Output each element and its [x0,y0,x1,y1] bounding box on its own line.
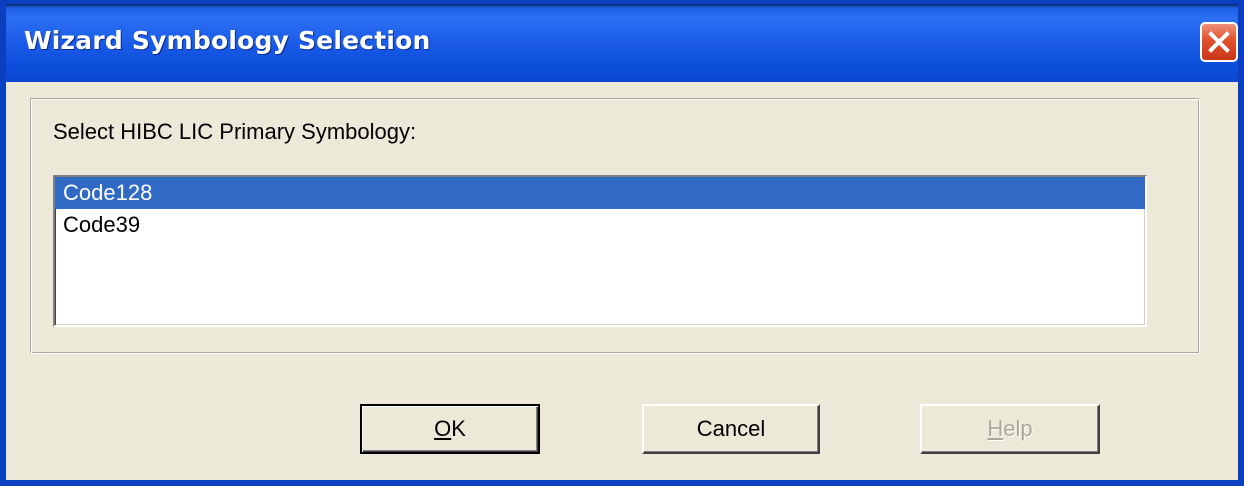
list-item-label: Code128 [63,180,153,205]
close-icon [1208,31,1230,53]
group-label: Select HIBC LIC Primary Symbology: [53,119,417,144]
list-item-code128[interactable]: Code128 [55,177,1145,209]
window-title: Wizard Symbology Selection [24,26,431,55]
help-mnemonic: H [987,416,1004,441]
ok-mnemonic: O [434,416,452,441]
close-button[interactable] [1200,22,1238,62]
list-item-label: Code39 [63,212,141,237]
cancel-button[interactable]: Cancel [642,404,820,454]
dialog-client-area: Select HIBC LIC Primary Symbology: Code1… [6,82,1238,480]
help-label-rest: elp [1003,416,1033,441]
help-button: Help [920,404,1100,454]
symbology-group: Select HIBC LIC Primary Symbology: Code1… [30,98,1200,354]
ok-label-rest: K [451,416,466,441]
list-item-code39[interactable]: Code39 [55,209,1145,241]
ok-button[interactable]: OK [360,404,540,454]
title-bar[interactable]: Wizard Symbology Selection [6,4,1238,82]
symbology-listbox[interactable]: Code128 Code39 [53,175,1147,327]
dialog-window: Wizard Symbology Selection Select HIBC L… [0,0,1244,486]
